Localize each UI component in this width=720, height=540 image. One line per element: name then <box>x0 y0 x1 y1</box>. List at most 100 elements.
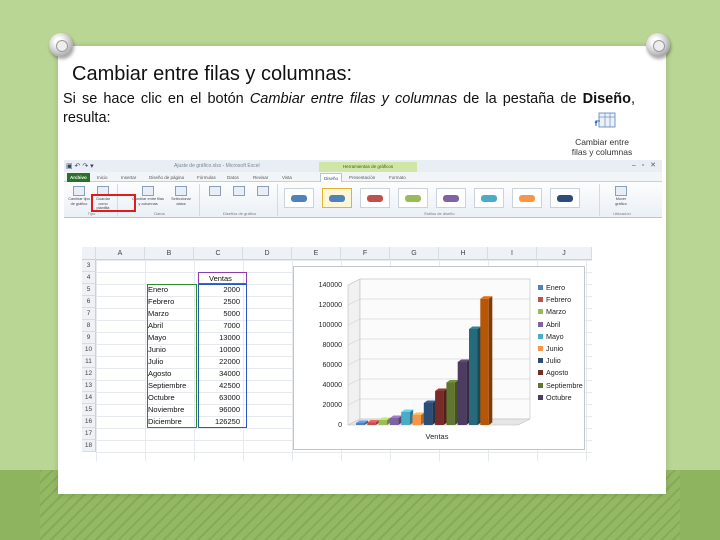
row-header[interactable]: 5 <box>82 284 96 296</box>
chart-legend[interactable]: Enero Febrero Marzo Abril Mayo Junio Julio Agos… <box>536 283 586 405</box>
change-chart-type-button[interactable]: Cambiar tipo de gráfico <box>68 185 90 209</box>
row-header[interactable]: 6 <box>82 296 96 308</box>
column-header[interactable]: C <box>194 247 243 260</box>
row-header[interactable]: 3 <box>82 260 96 272</box>
row-header[interactable]: 17 <box>82 428 96 440</box>
legend-label: Febrero <box>546 295 572 305</box>
legend-item[interactable]: Marzo <box>536 307 586 319</box>
legend-label: Agosto <box>546 368 569 378</box>
switch-button-label-line2: filas y columnas <box>571 147 633 157</box>
legend-item[interactable]: Julio <box>536 356 586 368</box>
legend-label: Abril <box>546 319 561 329</box>
tab-archivo[interactable]: Archivo <box>67 173 90 182</box>
row-header[interactable]: 10 <box>82 344 96 356</box>
chart-tools-context-label: Herramientas de gráficos <box>319 162 417 172</box>
row-header[interactable]: 4 <box>82 272 96 284</box>
legend-item[interactable]: Enero <box>536 283 586 295</box>
chart-style-swatch[interactable] <box>398 188 428 208</box>
legend-swatch <box>538 382 543 388</box>
column-header[interactable]: J <box>537 247 592 260</box>
column-header[interactable]: I <box>488 247 537 260</box>
select-data-button[interactable]: Seleccionar datos <box>166 185 196 209</box>
layout-icon <box>209 186 221 196</box>
legend-swatch <box>538 394 543 400</box>
column-header[interactable]: F <box>341 247 390 260</box>
legend-item[interactable]: Abril <box>536 320 586 332</box>
bar-noviembre <box>469 329 478 425</box>
tab-datos[interactable]: Datos <box>224 173 242 182</box>
layout-3-button[interactable] <box>252 185 274 209</box>
y-tick-label: 60000 <box>323 362 343 369</box>
chart-style-swatch[interactable] <box>512 188 542 208</box>
quick-access-toolbar[interactable]: ▣ ↶ ↷ ▾ <box>66 162 94 170</box>
switch-row-column-icon <box>594 112 616 128</box>
row-header[interactable]: 15 <box>82 404 96 416</box>
legend-item[interactable]: Octubre <box>536 393 586 405</box>
row-header[interactable]: 13 <box>82 380 96 392</box>
layout-2-button[interactable] <box>228 185 250 209</box>
row-header[interactable]: 11 <box>82 356 96 368</box>
layout-1-button[interactable] <box>204 185 226 209</box>
tab-diseno[interactable]: Diseño <box>320 173 343 182</box>
legend-label: Enero <box>546 283 566 292</box>
legend-item[interactable]: Febrero <box>536 295 586 307</box>
chart-style-swatch[interactable] <box>360 188 390 208</box>
legend-swatch <box>538 358 543 364</box>
legend-label: Julio <box>546 356 561 366</box>
tab-revisar[interactable]: Revisar <box>250 173 271 182</box>
bar-agosto <box>435 391 444 425</box>
y-tick-label: 20000 <box>323 402 343 409</box>
row-header[interactable]: 8 <box>82 320 96 332</box>
switch-row-column-button-preview: Cambiar entre filas y columnas <box>566 110 638 158</box>
tab-inicio[interactable]: Inicio <box>94 173 111 182</box>
row-header[interactable]: 9 <box>82 332 96 344</box>
layout-icon <box>233 186 245 196</box>
tab-vista[interactable]: Vista <box>279 173 295 182</box>
legend-item[interactable]: Junio <box>536 344 586 356</box>
chart-style-swatch[interactable] <box>436 188 466 208</box>
row-header[interactable]: 7 <box>82 308 96 320</box>
group-label-styles: Estilos de diseño <box>424 211 455 216</box>
y-tick-label: 100000 <box>319 322 342 329</box>
chart-style-swatch-selected[interactable] <box>322 188 352 208</box>
tab-presentacion[interactable]: Presentación <box>346 173 378 182</box>
bar-side-diciembre <box>488 296 493 425</box>
chart-style-swatch[interactable] <box>284 188 314 208</box>
series-name-selection <box>198 272 247 284</box>
legend-swatch <box>538 297 543 303</box>
column-header[interactable]: H <box>439 247 488 260</box>
tab-diseno-pagina[interactable]: Diseño de página <box>146 173 187 182</box>
y-tick-label: 40000 <box>323 382 343 389</box>
window-title: Ajuste de gráfico.xlsx - Microsoft Excel <box>174 163 260 169</box>
window-controls[interactable]: – ▫ ✕ <box>632 161 658 169</box>
tab-formato[interactable]: Formato <box>386 173 409 182</box>
row-header[interactable]: 14 <box>82 392 96 404</box>
slide-body-text: Si se hace clic en el botón Cambiar entr… <box>63 91 635 126</box>
legend-swatch <box>538 333 543 339</box>
bar-febrero <box>367 422 376 425</box>
tab-insertar[interactable]: Insertar <box>118 173 139 182</box>
column-header[interactable]: D <box>243 247 292 260</box>
ribbon-group-location: Mover gráfico Ubicación <box>602 184 642 216</box>
legend-item[interactable]: Agosto <box>536 368 586 380</box>
legend-item[interactable]: Mayo <box>536 332 586 344</box>
chart-style-swatch[interactable] <box>474 188 504 208</box>
row-header[interactable]: 16 <box>82 416 96 428</box>
row-header[interactable]: 12 <box>82 368 96 380</box>
y-tick-label: 120000 <box>319 302 342 309</box>
y-tick-label: 140000 <box>319 282 342 289</box>
chart-style-swatch[interactable] <box>550 188 580 208</box>
row-header[interactable]: 18 <box>82 440 96 452</box>
legend-item[interactable]: Septiembre <box>536 381 586 393</box>
group-label-location: Ubicación <box>613 211 631 216</box>
select-all-corner[interactable] <box>82 247 96 260</box>
column-header[interactable]: E <box>292 247 341 260</box>
slide-title: Cambiar entre filas y columnas: <box>72 63 353 85</box>
tab-formulas[interactable]: Fórmulas <box>194 173 219 182</box>
move-chart-button[interactable]: Mover gráfico <box>610 185 632 209</box>
column-header[interactable]: G <box>390 247 439 260</box>
column-header[interactable]: B <box>145 247 194 260</box>
switch-row-column-button[interactable]: Cambiar entre filas y columnas <box>132 185 164 209</box>
column-header[interactable]: A <box>96 247 145 260</box>
group-label-layouts: Diseños de gráfico <box>222 211 257 216</box>
